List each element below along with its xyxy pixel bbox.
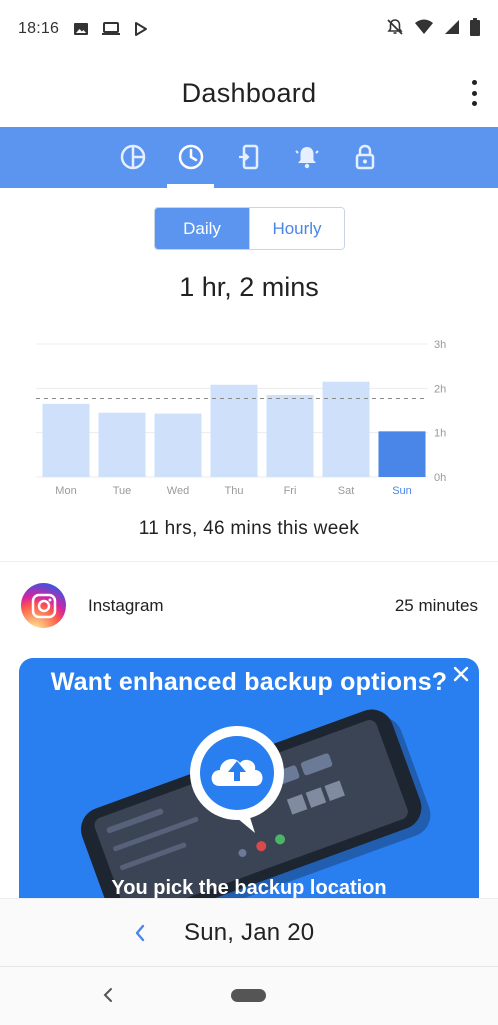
daily-toggle-button[interactable]: Daily <box>155 208 249 249</box>
play-store-icon <box>135 22 148 36</box>
home-pill-button[interactable] <box>231 989 266 1002</box>
chart-bar <box>266 394 314 477</box>
system-nav-bar <box>0 966 498 1025</box>
tab-indicator <box>167 184 214 188</box>
x-tick-label: Fri <box>284 485 297 497</box>
more-vert-icon[interactable] <box>468 80 480 106</box>
clock-icon <box>178 144 204 170</box>
laptop-icon <box>102 22 121 35</box>
x-tick-label: Thu <box>225 485 244 497</box>
chevron-left-icon[interactable] <box>130 921 150 945</box>
chart-bar <box>98 412 146 477</box>
status-bar: 18:16 <box>0 0 498 58</box>
phone-illustration <box>80 709 431 898</box>
divider <box>0 561 498 562</box>
status-left-icons <box>73 21 149 37</box>
app-bar: Dashboard <box>0 58 498 128</box>
app-usage-duration: 25 minutes <box>394 596 478 615</box>
battery-icon <box>470 18 480 36</box>
backup-promo-card[interactable]: Want enhanced backup options? You pick t… <box>19 658 479 898</box>
current-date: Sun, Jan 20 <box>184 919 315 946</box>
tab-bar <box>0 127 498 188</box>
y-tick-label: 0h <box>434 472 446 484</box>
image-icon <box>74 23 89 35</box>
y-tick-label: 1h <box>434 428 446 440</box>
chart-bar <box>42 403 90 477</box>
bell-icon <box>295 147 319 169</box>
hourly-toggle-button[interactable]: Hourly <box>249 208 344 249</box>
chart-bar <box>210 384 258 477</box>
usage-bar-chart: 3h 2h 1h 0h Mon Tue Wed Thu Fri Sat Sun <box>36 339 446 497</box>
status-right-icons <box>386 18 480 36</box>
view-toggle: Daily Hourly <box>154 207 345 250</box>
tab-usage-time[interactable] <box>173 139 209 175</box>
x-tick-label: Mon <box>55 485 76 497</box>
tab-lock[interactable] <box>347 139 383 175</box>
app-name: Instagram <box>88 596 164 615</box>
y-tick-label: 3h <box>434 339 446 351</box>
notifications-off-icon <box>387 19 403 35</box>
lock-icon <box>355 144 375 170</box>
x-tick-label: Wed <box>167 485 189 497</box>
chart-bar <box>154 413 202 477</box>
app-usage-row[interactable]: Instagram 25 minutes <box>0 580 498 632</box>
x-tick-label: Sat <box>338 485 355 497</box>
page-title: Dashboard <box>181 77 317 108</box>
phone-unlock-icon <box>239 144 259 170</box>
chart-bar <box>322 381 370 477</box>
back-icon[interactable] <box>100 985 116 1005</box>
x-tick-label: Sun <box>392 485 412 497</box>
promo-subtitle: You pick the backup location <box>111 877 387 898</box>
y-tick-label: 2h <box>434 383 446 395</box>
tab-notifications[interactable] <box>289 139 325 175</box>
week-total: 11 hrs, 46 mins this week <box>138 518 360 539</box>
wifi-icon <box>415 19 433 34</box>
instagram-icon <box>21 583 66 628</box>
tab-stats[interactable] <box>115 139 151 175</box>
signal-icon <box>445 20 459 34</box>
status-time: 18:16 <box>18 20 60 37</box>
chart-bar <box>378 431 426 477</box>
date-navigator: Sun, Jan 20 <box>0 898 498 967</box>
x-tick-label: Tue <box>113 485 132 497</box>
tab-unlocks[interactable] <box>231 139 267 175</box>
today-total-time: 1 hr, 2 mins <box>179 272 319 302</box>
pie-chart-icon <box>120 144 146 170</box>
